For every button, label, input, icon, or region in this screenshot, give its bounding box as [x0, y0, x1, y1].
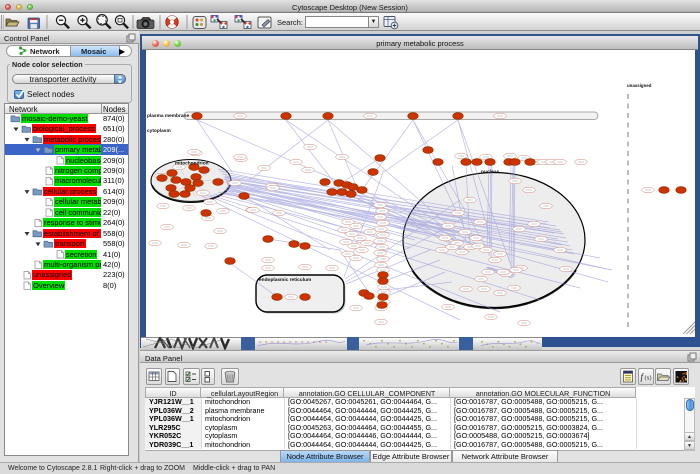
svg-text:cytoplasm: cytoplasm — [147, 128, 171, 134]
svg-text:Search:: Search: — [277, 18, 303, 27]
svg-text:unassigned: unassigned — [627, 83, 652, 88]
svg-text:(x): (x) — [645, 375, 652, 382]
svg-text:mitochondrion: mitochondrion — [175, 161, 209, 167]
svg-text:nucleus: nucleus — [481, 169, 499, 175]
svg-text:endoplasmic reticulum: endoplasmic reticulum — [259, 277, 311, 283]
svg-text:plasma membrane: plasma membrane — [147, 113, 189, 119]
